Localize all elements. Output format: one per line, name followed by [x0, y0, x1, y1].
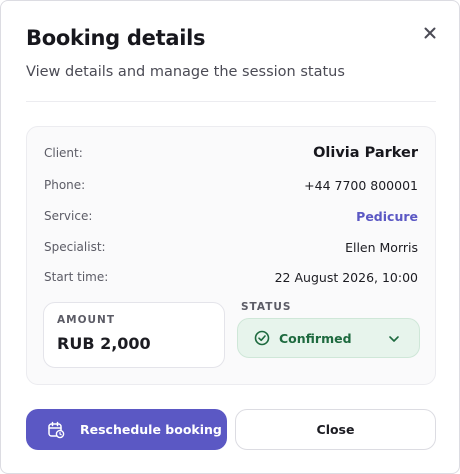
specialist-row: Specialist: Ellen Morris	[44, 237, 418, 257]
phone-row: Phone: +44 7700 800001	[44, 175, 418, 195]
start-time-row: Start time: 22 August 2026, 10:00	[44, 267, 418, 287]
dialog-subtitle: View details and manage the session stat…	[26, 64, 345, 80]
start-time-label: Start time:	[44, 270, 109, 284]
specialist-value: Ellen Morris	[345, 239, 418, 255]
start-time-value: 22 August 2026, 10:00	[274, 269, 418, 285]
close-icon[interactable]	[420, 23, 440, 43]
booking-details-dialog: Booking details View details and manage …	[0, 0, 460, 474]
reschedule-label: Reschedule booking	[80, 422, 222, 437]
client-row: Client: Olivia Parker	[44, 143, 418, 163]
dialog-title: Booking details	[26, 26, 206, 50]
status-label: STATUS	[241, 301, 292, 313]
service-row: Service: Pedicure	[44, 206, 418, 226]
divider	[26, 101, 436, 102]
status-value: Confirmed	[279, 330, 352, 346]
booking-info-card: Client: Olivia Parker Phone: +44 7700 80…	[26, 126, 436, 385]
close-button[interactable]: Close	[235, 409, 436, 450]
reschedule-booking-button[interactable]: Reschedule booking	[26, 409, 227, 450]
specialist-label: Specialist:	[44, 240, 106, 254]
service-link[interactable]: Pedicure	[356, 209, 418, 224]
amount-label: AMOUNT	[57, 314, 115, 326]
client-label: Client:	[44, 146, 83, 160]
calendar-refresh-icon	[47, 421, 65, 439]
phone-label: Phone:	[44, 178, 86, 192]
check-circle-icon	[254, 330, 270, 346]
phone-value: +44 7700 800001	[304, 177, 418, 193]
status-select[interactable]: Confirmed	[237, 318, 420, 358]
amount-field[interactable]: AMOUNT RUB 2,000	[43, 302, 225, 368]
amount-value: RUB 2,000	[57, 334, 151, 353]
service-label: Service:	[44, 209, 93, 223]
chevron-down-icon	[387, 331, 401, 345]
client-name: Olivia Parker	[313, 145, 418, 161]
